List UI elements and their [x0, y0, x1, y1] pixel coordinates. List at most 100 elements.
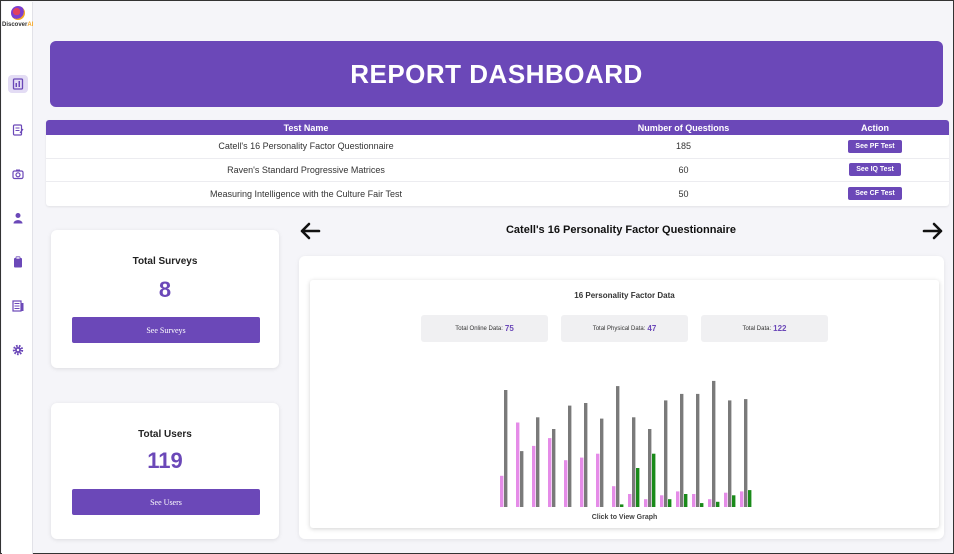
gear-icon: [12, 344, 24, 356]
bar-series3-group11: [668, 499, 672, 507]
bar-series2-group4: [552, 429, 556, 507]
user-icon: [13, 213, 23, 224]
bar-series3-group13: [700, 503, 704, 507]
view-graph-caption[interactable]: Click to View Graph: [310, 514, 939, 521]
sidebar-item-tests[interactable]: [8, 121, 28, 139]
bar-series3-group15: [732, 495, 736, 507]
test-name-cell: Measuring Intelligence with the Culture …: [210, 188, 402, 199]
bar-series2-group13: [696, 393, 700, 507]
total-users-card: Total Users 119 See Users: [51, 403, 279, 539]
bar-series1-group3: [532, 445, 536, 507]
column-header-questions: Number of Questions: [637, 122, 730, 133]
bar-series2-group10: [648, 429, 652, 507]
logo-icon: [10, 6, 25, 20]
stat-label: Total Physical Data:: [592, 325, 646, 332]
bar-series2-group14: [712, 380, 716, 507]
total-online-stat: Total Online Data: 75: [421, 315, 548, 342]
sidebar-item-camera[interactable]: [8, 165, 28, 183]
stat-value: 47: [647, 324, 657, 333]
sidebar: DiscoverAI: [2, 2, 33, 554]
total-users-title: Total Users: [138, 429, 192, 440]
bar-series1-group10: [644, 499, 648, 507]
bar-series1-group11: [660, 495, 664, 507]
table-row: Raven's Standard Progressive Matrices 60…: [46, 159, 949, 182]
sidebar-item-clipboard[interactable]: [8, 253, 28, 271]
total-data-stat: Total Data: 122: [701, 315, 828, 342]
sidebar-item-users[interactable]: [8, 209, 28, 227]
total-surveys-card: Total Surveys 8 See Surveys: [51, 230, 279, 368]
bar-series2-group15: [728, 400, 732, 507]
bar-series1-group4: [548, 438, 552, 507]
stat-label: Total Online Data:: [455, 325, 503, 332]
question-count-cell: 50: [678, 188, 689, 199]
see-pf-test-button[interactable]: See PF Test: [848, 139, 902, 153]
bar-series2-group1: [504, 390, 508, 507]
see-surveys-button[interactable]: See Surveys: [72, 317, 260, 343]
app-frame: DiscoverAI REPORT DASHBOARD Test Name Nu…: [0, 0, 954, 554]
bar-series3-group10: [652, 453, 656, 507]
stat-value: 122: [773, 324, 787, 333]
total-surveys-value: 8: [158, 277, 172, 302]
chart-card[interactable]: 16 Personality Factor Data Total Online …: [310, 280, 939, 528]
bar-series2-group16: [744, 399, 748, 507]
report-list-icon: [12, 300, 24, 312]
arrow-left-icon[interactable]: [299, 222, 321, 240]
table-row: Catell's 16 Personality Factor Questionn…: [46, 135, 949, 159]
see-cf-test-button[interactable]: See CF Test: [848, 187, 902, 201]
chart-title: 16 Personality Factor Data: [574, 291, 675, 300]
bar-series1-group13: [692, 494, 696, 507]
question-count-cell: 60: [678, 164, 689, 175]
column-header-test-name: Test Name: [283, 122, 329, 133]
stat-value: 75: [504, 324, 514, 333]
test-name-cell: Raven's Standard Progressive Matrices: [227, 164, 385, 175]
bar-series2-group11: [664, 400, 668, 507]
column-header-action: Action: [861, 122, 889, 133]
dashboard-icon: [12, 78, 24, 90]
bar-series3-group12: [684, 494, 688, 507]
question-count-cell: 185: [675, 141, 692, 152]
logo-text: DiscoverAI: [2, 22, 34, 28]
bar-series2-group7: [600, 418, 604, 507]
bar-series3-group16: [748, 490, 752, 507]
bar-series2-group12: [680, 393, 684, 507]
bar-series1-group8: [612, 486, 616, 507]
total-surveys-title: Total Surveys: [132, 256, 198, 267]
bar-series2-group3: [536, 417, 540, 507]
table-row: Measuring Intelligence with the Culture …: [46, 182, 949, 206]
sidebar-item-settings[interactable]: [8, 341, 28, 359]
total-physical-stat: Total Physical Data: 47: [561, 315, 688, 342]
stat-label: Total Data:: [742, 325, 772, 332]
bar-series2-group2: [520, 451, 524, 507]
table-header: Test Name Number of Questions Action: [46, 120, 949, 135]
chart-heading: Catell's 16 Personality Factor Questionn…: [505, 224, 737, 236]
bar-series1-group15: [724, 492, 728, 507]
sidebar-item-dashboard[interactable]: [8, 75, 28, 93]
bar-series2-group5: [568, 405, 572, 507]
bar-series3-group14: [716, 501, 720, 507]
sidebar-item-reports[interactable]: [8, 297, 28, 315]
bar-series2-group9: [632, 417, 636, 507]
bar-series2-group6: [584, 403, 588, 507]
bar-series1-group9: [628, 494, 632, 507]
bar-series3-group8: [620, 504, 624, 507]
tests-table: Test Name Number of Questions Action Cat…: [46, 120, 949, 206]
bar-series1-group6: [580, 457, 584, 507]
arrow-right-icon[interactable]: [922, 222, 944, 240]
bar-series1-group14: [708, 499, 712, 507]
bar-series3-group9: [636, 468, 640, 507]
tests-icon: [12, 124, 24, 136]
test-name-cell: Catell's 16 Personality Factor Questionn…: [218, 141, 394, 152]
bar-series1-group2: [516, 422, 520, 507]
bar-series2-group8: [616, 386, 620, 507]
clipboard-icon: [14, 256, 22, 268]
bar-series1-group16: [740, 491, 744, 507]
bar-series1-group7: [596, 453, 600, 507]
bar-series1-group5: [564, 460, 568, 507]
bar-series1-group1: [500, 475, 504, 507]
bar-chart[interactable]: [490, 375, 760, 510]
see-users-button[interactable]: See Users: [72, 489, 260, 515]
bar-series1-group12: [676, 491, 680, 507]
see-iq-test-button[interactable]: See IQ Test: [849, 163, 901, 177]
page-title: REPORT DASHBOARD: [50, 41, 943, 107]
app-logo[interactable]: DiscoverAI: [2, 6, 33, 28]
